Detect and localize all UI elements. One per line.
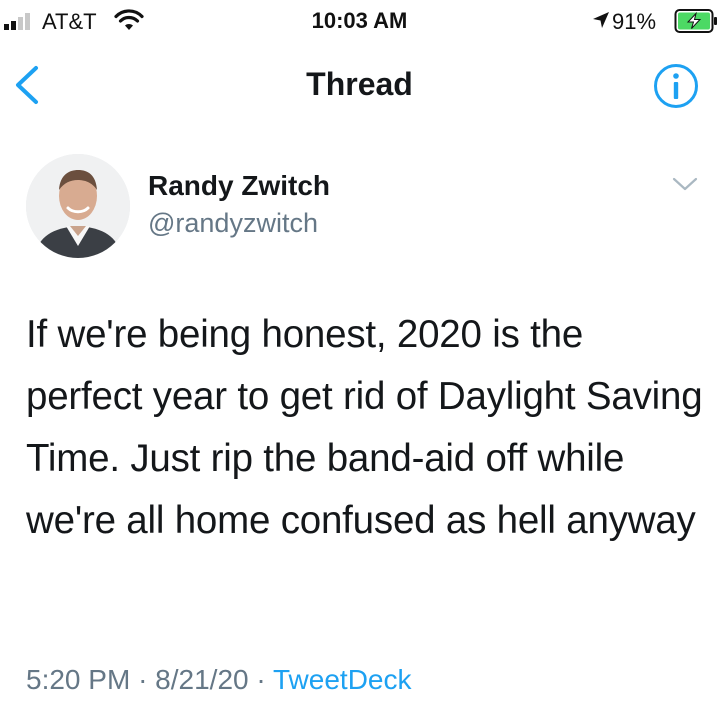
tweet-text: If we're being honest, 2020 is the perfe… — [26, 313, 703, 542]
battery-icon — [674, 9, 717, 33]
battery-percentage: 91% — [612, 9, 657, 34]
status-bar: AT&T 10:03 AM 91% — [0, 0, 719, 44]
author-name[interactable]: Randy Zwitch — [148, 170, 330, 202]
tweet-source-link[interactable]: TweetDeck — [273, 664, 412, 695]
nav-bar: Thread — [0, 44, 719, 130]
avatar-image — [26, 154, 130, 258]
tweet-date: 8/21/20 — [155, 664, 249, 695]
meta-separator: · — [138, 664, 148, 695]
tweet-metadata: 5:20 PM · 8/21/20 · TweetDeck — [26, 664, 411, 696]
info-icon[interactable] — [652, 62, 700, 110]
author-handle[interactable]: @randyzwitch — [148, 208, 318, 239]
chevron-down-icon[interactable] — [670, 174, 700, 194]
location-arrow-icon — [593, 12, 609, 28]
meta-separator: · — [256, 664, 266, 695]
avatar[interactable] — [26, 154, 130, 258]
tweet-time: 5:20 PM — [26, 664, 131, 695]
page-title: Thread — [306, 66, 413, 102]
